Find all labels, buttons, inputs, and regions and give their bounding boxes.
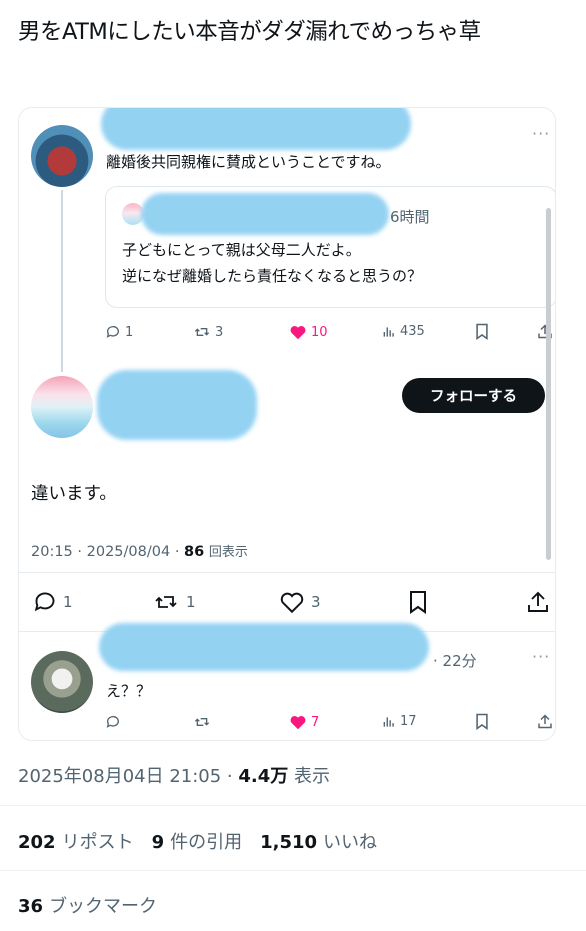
post-title: 男をATMにしたい本音がダダ漏れでめっちゃ草 — [18, 19, 481, 45]
engagement-stats: 202 リポスト 9 件の引用 1,510 いいね — [18, 828, 395, 854]
views-count: 17 — [400, 714, 417, 729]
reposts-stat[interactable]: 202 リポスト — [18, 828, 134, 854]
reply-button[interactable]: 1 — [33, 590, 73, 614]
like-button[interactable]: 10 — [289, 324, 328, 340]
like-count: 3 — [311, 593, 321, 611]
views-button[interactable]: 435 — [382, 324, 425, 339]
bookmarks-count: 36 — [18, 896, 44, 917]
more-options-icon[interactable]: ··· — [532, 647, 550, 666]
reply-icon — [106, 326, 119, 338]
quoted-post[interactable]: 6時間 子どもにとって親は父母二人だよ。 逆になぜ離婚したら責任なくなると思うの… — [105, 186, 555, 308]
bookmark-button[interactable] — [475, 713, 489, 730]
heart-icon — [280, 592, 304, 614]
tweet-views-count: 86 — [184, 544, 205, 560]
embedded-thread-card: ··· 離婚後共同親権に賛成ということですね。 6時間 子どもにとって親は父母二… — [18, 107, 556, 741]
share-button[interactable] — [537, 713, 553, 730]
divider — [0, 870, 586, 871]
bookmark-icon — [476, 323, 488, 340]
like-button[interactable]: 3 — [279, 590, 321, 614]
repost-icon — [155, 596, 177, 608]
quotes-stat[interactable]: 9 件の引用 — [152, 828, 243, 854]
quoted-line-1: 子どもにとって親は父母二人だよ。 — [122, 241, 361, 259]
user-avatar[interactable] — [31, 125, 93, 187]
heart-filled-icon — [290, 326, 306, 340]
redacted-username — [99, 623, 429, 671]
reply-count: 1 — [63, 593, 73, 611]
quotes-count: 9 — [151, 832, 165, 853]
post-timestamp: 2025年08月04日 21:05 · 4.4万 表示 — [18, 762, 330, 788]
redacted-username — [141, 193, 389, 235]
heart-filled-icon — [290, 716, 306, 730]
reply-icon — [106, 716, 119, 728]
bookmark-icon — [476, 713, 488, 730]
bookmark-button[interactable] — [475, 323, 489, 340]
share-button[interactable] — [526, 590, 550, 614]
like-count: 10 — [311, 324, 328, 340]
scrollbar[interactable] — [546, 208, 551, 560]
views-button[interactable]: 17 — [382, 714, 417, 729]
tweet-time[interactable]: 20:15 — [31, 544, 73, 560]
share-icon — [538, 714, 552, 729]
repost-count: 3 — [215, 324, 224, 340]
reply-button[interactable] — [105, 714, 121, 730]
likes-count: 1,510 — [260, 832, 318, 853]
tweet-views-label: 回表示 — [208, 545, 248, 560]
repost-button[interactable]: 1 — [152, 590, 196, 614]
user-avatar[interactable] — [31, 376, 93, 438]
post-views-label: 表示 — [288, 766, 331, 787]
repost-count: 1 — [186, 593, 196, 611]
tweet-text: 違います。 — [31, 484, 117, 504]
like-button[interactable]: 7 — [289, 714, 319, 730]
reply-text: 離婚後共同親権に賛成ということですね。 — [106, 153, 391, 171]
share-icon — [528, 591, 548, 612]
views-icon — [383, 326, 394, 337]
bookmark-button[interactable] — [407, 590, 429, 614]
meta-separator: · — [77, 544, 87, 560]
divider — [19, 572, 555, 573]
post-date[interactable]: 2025年08月04日 21:05 · — [18, 766, 238, 787]
bookmarks-stat[interactable]: 36 ブックマーク — [18, 892, 157, 918]
quoted-post-time: 6時間 — [390, 208, 430, 226]
bookmark-icon — [410, 591, 426, 614]
follow-button[interactable]: フォローする — [402, 378, 545, 413]
reply-text: え？？ — [106, 682, 152, 700]
views-count: 435 — [400, 324, 425, 339]
repost-icon — [194, 328, 210, 336]
reposts-label: リポスト — [61, 832, 134, 853]
quotes-label: 件の引用 — [170, 832, 243, 853]
thread-line — [61, 190, 63, 372]
quoted-post-text: 子どもにとって親は父母二人だよ。 逆になぜ離婚したら責任なくなると思うの？ — [122, 237, 422, 289]
likes-stat[interactable]: 1,510 いいね — [260, 828, 377, 854]
redacted-username — [97, 370, 257, 440]
views-icon — [383, 716, 394, 727]
like-count: 7 — [311, 714, 320, 730]
reposts-count: 202 — [18, 832, 56, 853]
repost-button[interactable]: 3 — [193, 324, 223, 340]
divider — [0, 805, 586, 806]
reply-button[interactable]: 1 — [105, 324, 133, 340]
meta-separator: · — [174, 544, 185, 560]
user-avatar[interactable] — [31, 651, 93, 713]
reply-icon — [34, 592, 55, 612]
likes-label: いいね — [323, 832, 378, 853]
repost-button[interactable] — [193, 714, 211, 730]
tweet-date[interactable]: 2025/08/04 — [87, 544, 171, 560]
reply-time: · 22分 — [433, 652, 477, 670]
repost-icon — [194, 718, 210, 726]
reply-count: 1 — [125, 324, 134, 340]
redacted-username — [101, 108, 411, 150]
more-options-icon[interactable]: ··· — [532, 124, 550, 143]
quoted-line-2: 逆になぜ離婚したら責任なくなると思うの？ — [122, 267, 423, 285]
tweet-meta: 20:15 · 2025/08/04 · 86 回表示 — [31, 541, 248, 560]
bookmarks-label: ブックマーク — [49, 896, 158, 917]
post-views-count: 4.4万 — [238, 766, 289, 787]
